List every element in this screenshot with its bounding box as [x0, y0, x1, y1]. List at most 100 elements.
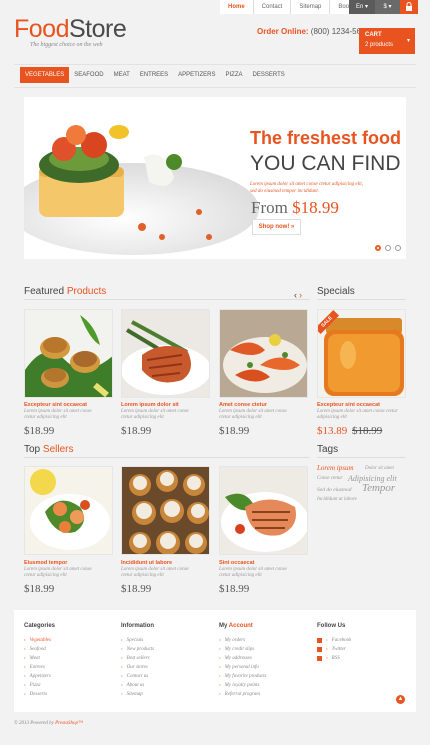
cart-title: CART: [365, 32, 382, 38]
hero-slider[interactable]: [24, 97, 406, 259]
slider-dot-2[interactable]: [385, 245, 391, 251]
prestashop-link[interactable]: PrestaShop™: [55, 721, 83, 726]
product-name[interactable]: Excepteur sint occaecat: [24, 402, 87, 408]
tag-link[interactable]: Incididunt ut labore: [317, 497, 357, 502]
language-selector[interactable]: En ▾: [349, 0, 375, 14]
footer-link[interactable]: My loyalty points: [219, 681, 266, 690]
logo-food: Food: [14, 15, 69, 43]
copyright-text: © 2013 Powered by: [14, 721, 54, 726]
shrimp-salad-image: [25, 467, 112, 554]
menu-item-seafood[interactable]: Seafood: [69, 67, 108, 83]
footer-link[interactable]: My addresses: [219, 654, 266, 663]
specials-title: Specials: [317, 286, 355, 297]
slider-dot-3[interactable]: [395, 245, 401, 251]
rss-icon: [317, 656, 322, 661]
footer-follow-list: Facebook Twitter RSS: [317, 636, 351, 663]
menu-item-desserts[interactable]: Desserts: [248, 67, 290, 83]
footer-link[interactable]: Our stores: [121, 663, 154, 672]
footer-link[interactable]: Entrees: [24, 663, 51, 672]
tag-link[interactable]: Lorem ipsum: [317, 464, 354, 472]
menu-item-entrees[interactable]: Entrees: [135, 67, 173, 83]
salmon-image: [122, 310, 209, 397]
facebook-link[interactable]: Facebook: [317, 636, 351, 645]
top-link-contact[interactable]: Contact: [253, 0, 292, 14]
menu-item-pizza[interactable]: Pizza: [221, 67, 248, 83]
top-sellers-title: Top Sellers: [24, 444, 73, 455]
product-image[interactable]: [24, 466, 113, 555]
product-price: $18.99: [121, 425, 152, 437]
product-description: Lorem ipsum dolor sit amet conse ctetur …: [24, 567, 92, 578]
menu-item-meat[interactable]: Meat: [109, 67, 135, 83]
featured-title-b: Products: [66, 286, 107, 297]
shop-now-button[interactable]: Shop now! »: [252, 219, 301, 235]
product-image[interactable]: [219, 309, 308, 398]
shop-now-label: Shop now!: [258, 224, 290, 230]
footer-account-list: My orders My credit slips My addresses M…: [219, 636, 267, 699]
footer-link[interactable]: Desserts: [24, 690, 51, 699]
account-title-b: Account: [228, 623, 253, 629]
menu-item-vegetables[interactable]: Vegetables: [20, 67, 70, 83]
twitter-link[interactable]: Twitter: [317, 645, 351, 654]
slider-dot-1[interactable]: [375, 245, 381, 251]
back-to-top-button[interactable]: ▲: [396, 695, 405, 704]
footer-link[interactable]: My personal info: [219, 663, 266, 672]
product-name[interactable]: Incididunt ut labore: [121, 560, 172, 566]
tag-link[interactable]: Dolor sit amet: [365, 466, 394, 471]
featured-title: Featured Products: [24, 286, 106, 297]
footer-follow-title: Follow Us: [317, 623, 346, 629]
tag-link[interactable]: Conse ctetur: [317, 476, 342, 481]
product-description: Lorem ipsum dolor sit amet conse ctetur …: [121, 409, 189, 420]
footer-link[interactable]: My credit slips: [219, 645, 266, 654]
footer-link[interactable]: About us: [121, 681, 154, 690]
tags-title: Tags: [317, 444, 339, 455]
footer-link[interactable]: Referral program: [219, 690, 266, 699]
footer-link[interactable]: Best sellers: [121, 654, 154, 663]
product-description: Lorem ipsum dolor sit amet conse ctetur …: [24, 409, 92, 420]
chevron-down-icon: ▾: [406, 38, 410, 44]
footer-link[interactable]: Vegetables: [24, 636, 51, 645]
main-menu: Vegetables Seafood Meat Entrees Appetize…: [20, 67, 290, 83]
footer-link[interactable]: Specials: [121, 636, 154, 645]
hero-food-image: [24, 125, 259, 255]
footer-link[interactable]: New products: [121, 645, 154, 654]
product-name[interactable]: Sint occaecat: [219, 560, 254, 566]
footer-link[interactable]: Sitemap: [121, 690, 154, 699]
product-name[interactable]: Lorem ipsum dolor sit: [121, 402, 179, 408]
footer-categories-list: Vegetables Seafood Meat Entrees Appetize…: [24, 636, 51, 699]
product-name[interactable]: Amet conse ctetur: [219, 402, 267, 408]
product-image[interactable]: [121, 309, 210, 398]
login-button[interactable]: [400, 0, 418, 14]
footer-link[interactable]: Appetizers: [24, 672, 51, 681]
currency-selector[interactable]: $ ▾: [375, 0, 400, 14]
footer-link[interactable]: My favorite products: [219, 672, 267, 681]
special-old-price: $18.99: [352, 425, 383, 437]
footer-link[interactable]: Meat: [24, 654, 51, 663]
footer-link[interactable]: Contact us: [121, 672, 154, 681]
tag-link[interactable]: Tempor: [362, 482, 395, 494]
product-name[interactable]: Eiusmod tempor: [24, 560, 67, 566]
special-product-name[interactable]: Excepteur sint occaecat: [317, 402, 380, 408]
site-logo[interactable]: FoodStore: [14, 15, 127, 44]
scallops-image: [25, 310, 112, 397]
slider-subtitle: YOU CAN FIND: [250, 152, 401, 175]
chevron-down-icon: ▾: [388, 4, 392, 10]
product-price: $18.99: [24, 425, 55, 437]
tag-link[interactable]: Sed do eiusmod: [317, 487, 352, 493]
rss-label: RSS: [326, 654, 340, 663]
footer-link[interactable]: Seafood: [24, 645, 51, 654]
product-image[interactable]: [121, 466, 210, 555]
menu-item-appetizers[interactable]: Appetizers: [173, 67, 220, 83]
product-image[interactable]: [219, 466, 308, 555]
product-price: $18.99: [24, 583, 55, 595]
product-image[interactable]: [24, 309, 113, 398]
logo-store: Store: [68, 15, 127, 43]
rss-link[interactable]: RSS: [317, 654, 351, 663]
top-link-home[interactable]: Home: [220, 0, 254, 14]
product-price: $18.99: [121, 583, 152, 595]
specials-image[interactable]: SALE: [317, 309, 406, 398]
top-link-sitemap[interactable]: Sitemap: [291, 0, 331, 14]
slider-description: Lorem ipsum dolor sit amet conse ctetur …: [250, 182, 364, 194]
footer-link[interactable]: Pizza: [24, 681, 51, 690]
footer-link[interactable]: My orders: [219, 636, 266, 645]
cart-button[interactable]: CART 2 products ▾: [359, 28, 415, 54]
